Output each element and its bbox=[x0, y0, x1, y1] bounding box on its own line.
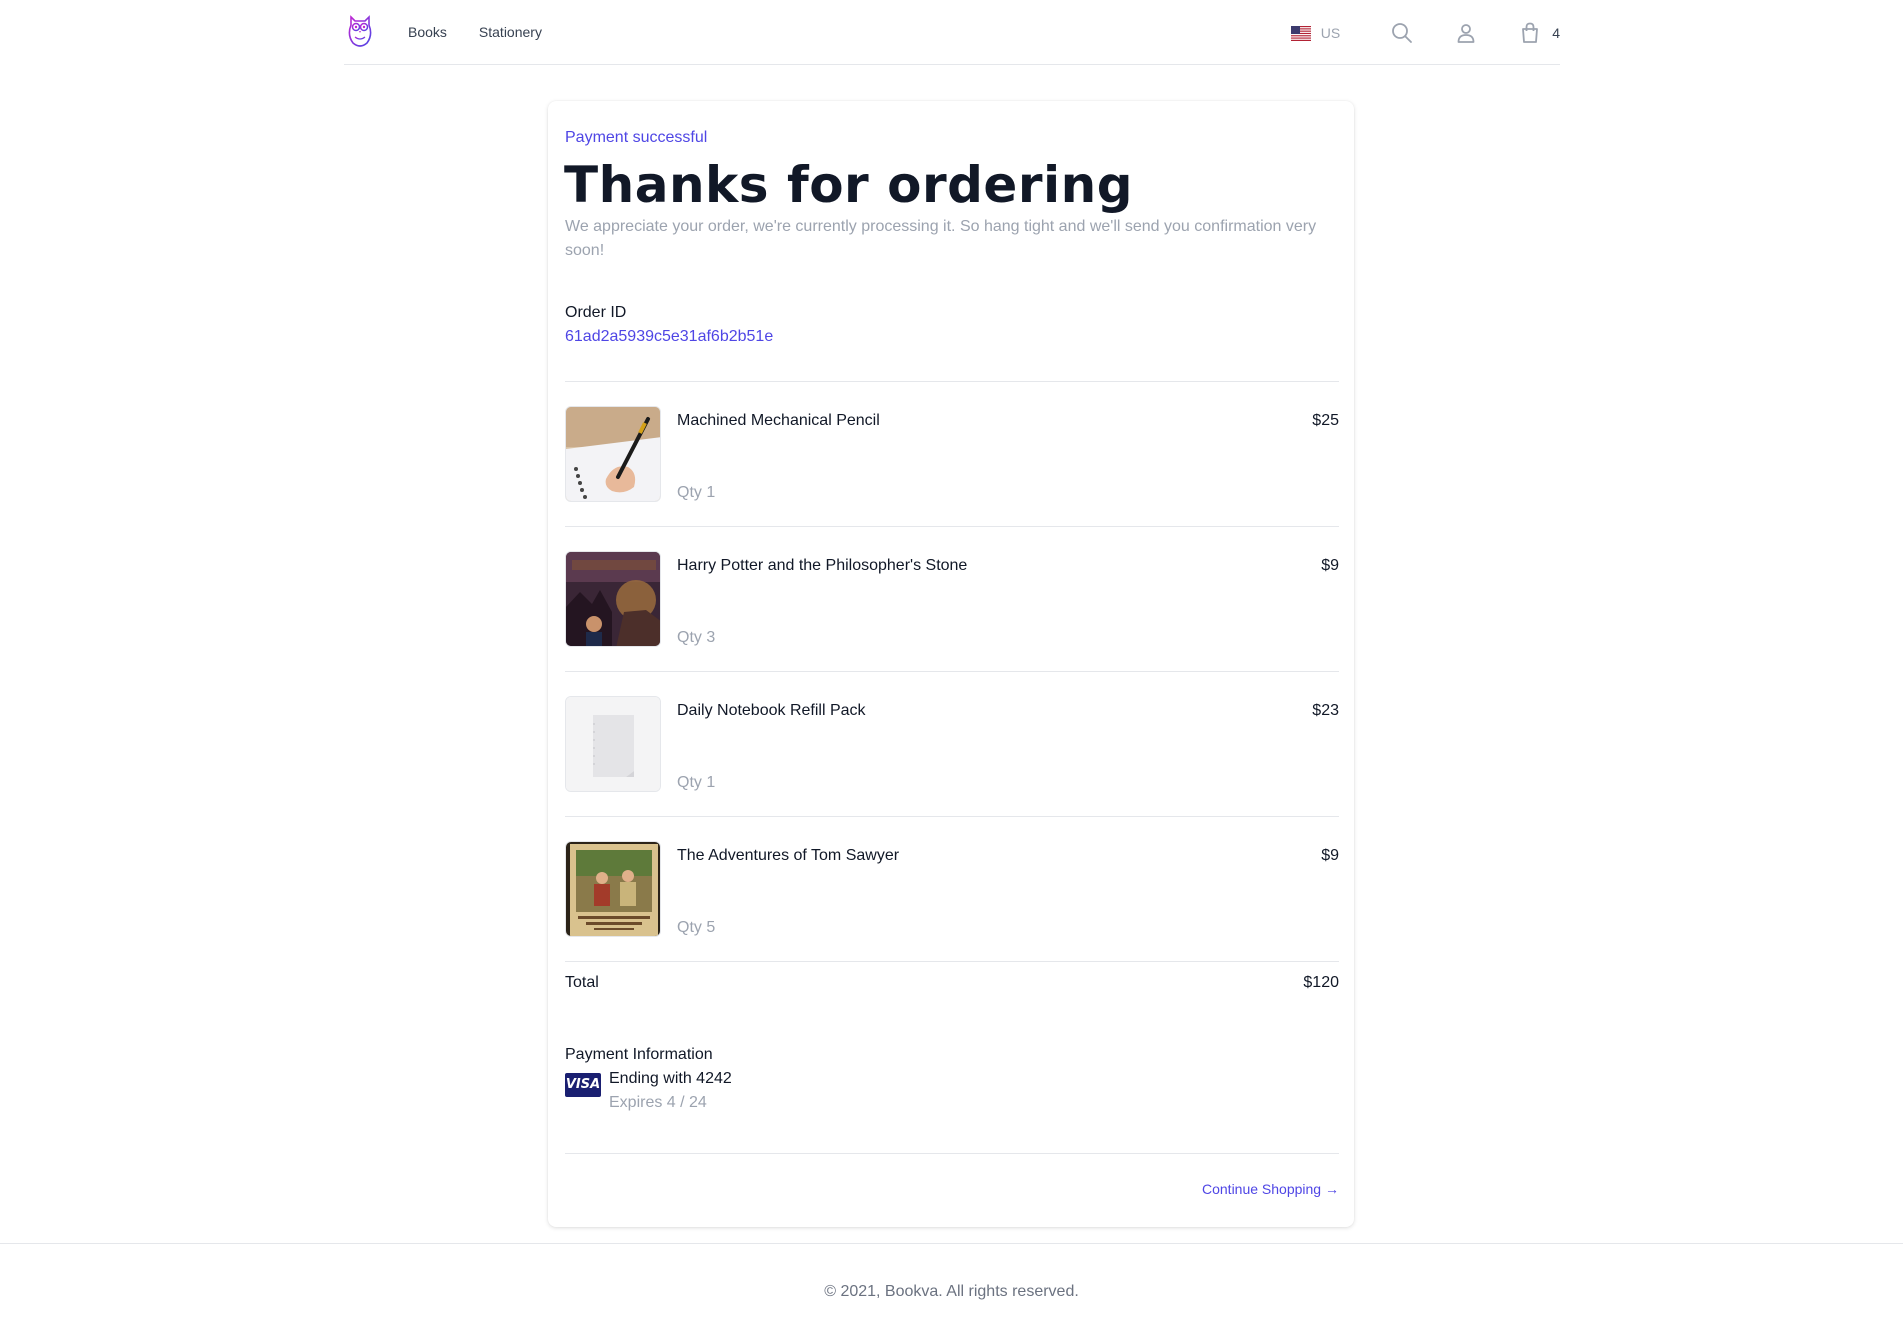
footer-copyright: © 2021, Bookva. All rights reserved. bbox=[824, 1283, 1079, 1300]
order-confirmation-card: Payment successful Thanks for ordering W… bbox=[548, 101, 1354, 1227]
confirmation-description: We appreciate your order, we're currentl… bbox=[565, 218, 1317, 259]
locale-selector[interactable]: US bbox=[1290, 25, 1341, 41]
item-name[interactable]: The Adventures of Tom Sawyer bbox=[677, 847, 899, 865]
card-ending: Ending with 4242 bbox=[609, 1070, 732, 1087]
nav-stationery[interactable]: Stationery bbox=[479, 24, 542, 40]
total-value: $120 bbox=[1303, 974, 1339, 991]
card-expiry: Expires 4 / 24 bbox=[609, 1094, 707, 1111]
item-qty: Qty 5 bbox=[677, 919, 716, 936]
harry-potter-book-cover bbox=[565, 551, 661, 647]
payment-info-label: Payment Information bbox=[565, 1046, 713, 1063]
search-icon[interactable] bbox=[1390, 21, 1414, 45]
footer-divider bbox=[0, 1243, 1903, 1244]
total-label: Total bbox=[565, 974, 599, 991]
item-name[interactable]: Machined Mechanical Pencil bbox=[677, 412, 880, 430]
locale-label: US bbox=[1320, 25, 1341, 41]
order-items-list: Machined Mechanical Pencil $25 Qty 1 Har… bbox=[565, 381, 1339, 962]
pencil-writing-photo bbox=[565, 406, 661, 502]
item-price: $23 bbox=[1312, 702, 1339, 719]
order-item: Harry Potter and the Philosopher's Stone… bbox=[565, 527, 1339, 672]
shopping-bag-icon bbox=[1522, 22, 1539, 43]
order-id-label: Order ID bbox=[565, 304, 627, 321]
item-qty: Qty 3 bbox=[677, 629, 716, 646]
page-title: Thanks for ordering bbox=[564, 156, 1134, 214]
item-price: $25 bbox=[1312, 412, 1339, 429]
cart-count: 4 bbox=[1552, 25, 1560, 41]
cart-button[interactable]: 4 bbox=[1518, 21, 1560, 45]
item-qty: Qty 1 bbox=[677, 774, 716, 791]
site-header: Books Stationery US 4 bbox=[344, 0, 1560, 65]
order-item: Daily Notebook Refill Pack $23 Qty 1 bbox=[565, 672, 1339, 817]
user-icon[interactable] bbox=[1454, 21, 1478, 45]
tom-sawyer-book-cover bbox=[565, 841, 661, 937]
us-flag-icon bbox=[1290, 25, 1311, 41]
order-item: The Adventures of Tom Sawyer $9 Qty 5 bbox=[565, 817, 1339, 962]
nav-books[interactable]: Books bbox=[408, 24, 447, 40]
notebook-refill-photo bbox=[565, 696, 661, 792]
main-nav: Books Stationery bbox=[408, 24, 542, 40]
item-price: $9 bbox=[1321, 557, 1339, 574]
item-qty: Qty 1 bbox=[677, 484, 716, 501]
order-id-value: 61ad2a5939c5e31af6b2b51e bbox=[565, 328, 774, 345]
divider bbox=[565, 1153, 1339, 1154]
item-name[interactable]: Harry Potter and the Philosopher's Stone bbox=[677, 557, 967, 575]
order-item: Machined Mechanical Pencil $25 Qty 1 bbox=[565, 382, 1339, 527]
item-price: $9 bbox=[1321, 847, 1339, 864]
header-actions: US 4 bbox=[1290, 18, 1560, 48]
owl-logo-icon[interactable] bbox=[347, 13, 373, 49]
payment-status: Payment successful bbox=[565, 129, 708, 146]
order-total: Total $120 bbox=[565, 974, 1339, 992]
item-name[interactable]: Daily Notebook Refill Pack bbox=[677, 702, 866, 720]
continue-shopping-link[interactable]: Continue Shopping → bbox=[1202, 1181, 1339, 1197]
visa-card-icon: VISA bbox=[565, 1073, 601, 1097]
